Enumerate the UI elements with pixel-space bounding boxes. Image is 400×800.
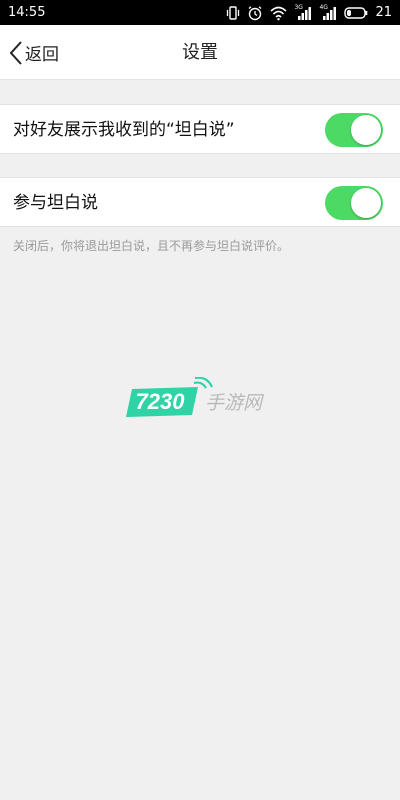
- toggle-knob: [351, 115, 381, 145]
- status-bar: 14:55 3G 4G 21: [0, 0, 400, 25]
- signal-4g: 4G: [319, 3, 337, 21]
- wifi-icon: [270, 6, 287, 20]
- status-time: 14:55: [8, 5, 46, 20]
- watermark-text: 手游网: [205, 392, 265, 414]
- battery-level: 21: [375, 5, 392, 20]
- alarm-icon: [249, 5, 262, 20]
- chevron-left-icon: [9, 40, 22, 65]
- status-icons: 3G 4G 21: [226, 0, 392, 25]
- setting-label-participate: 参与坦白说: [13, 193, 98, 213]
- setting-row-show-to-friends: 对好友展示我收到的“坦白说”: [0, 104, 400, 154]
- toggle-participate[interactable]: [325, 186, 383, 220]
- signal-3g: 3G: [294, 3, 312, 21]
- back-button[interactable]: 返回: [0, 25, 80, 80]
- toggle-knob: [351, 188, 381, 218]
- watermark-logo-graphic: 7230 手游网: [126, 376, 265, 417]
- vibrate-icon: [227, 5, 240, 20]
- setting-row-participate: 参与坦白说: [0, 177, 400, 227]
- toggle-show-to-friends[interactable]: [325, 113, 383, 147]
- setting-label-show-to-friends: 对好友展示我收到的“坦白说”: [13, 120, 235, 140]
- nav-bar: 返回 设置: [0, 25, 400, 80]
- hint-text: 关闭后，你将退出坦白说，且不再参与坦白说评价。: [13, 239, 290, 253]
- watermark-logo: 7230 手游网: [126, 376, 276, 419]
- battery-icon: [344, 6, 368, 19]
- network-3g-label: 3G: [294, 3, 303, 11]
- network-4g-label: 4G: [319, 3, 328, 11]
- watermark-number: 7230: [136, 389, 186, 414]
- back-label: 返回: [25, 45, 59, 65]
